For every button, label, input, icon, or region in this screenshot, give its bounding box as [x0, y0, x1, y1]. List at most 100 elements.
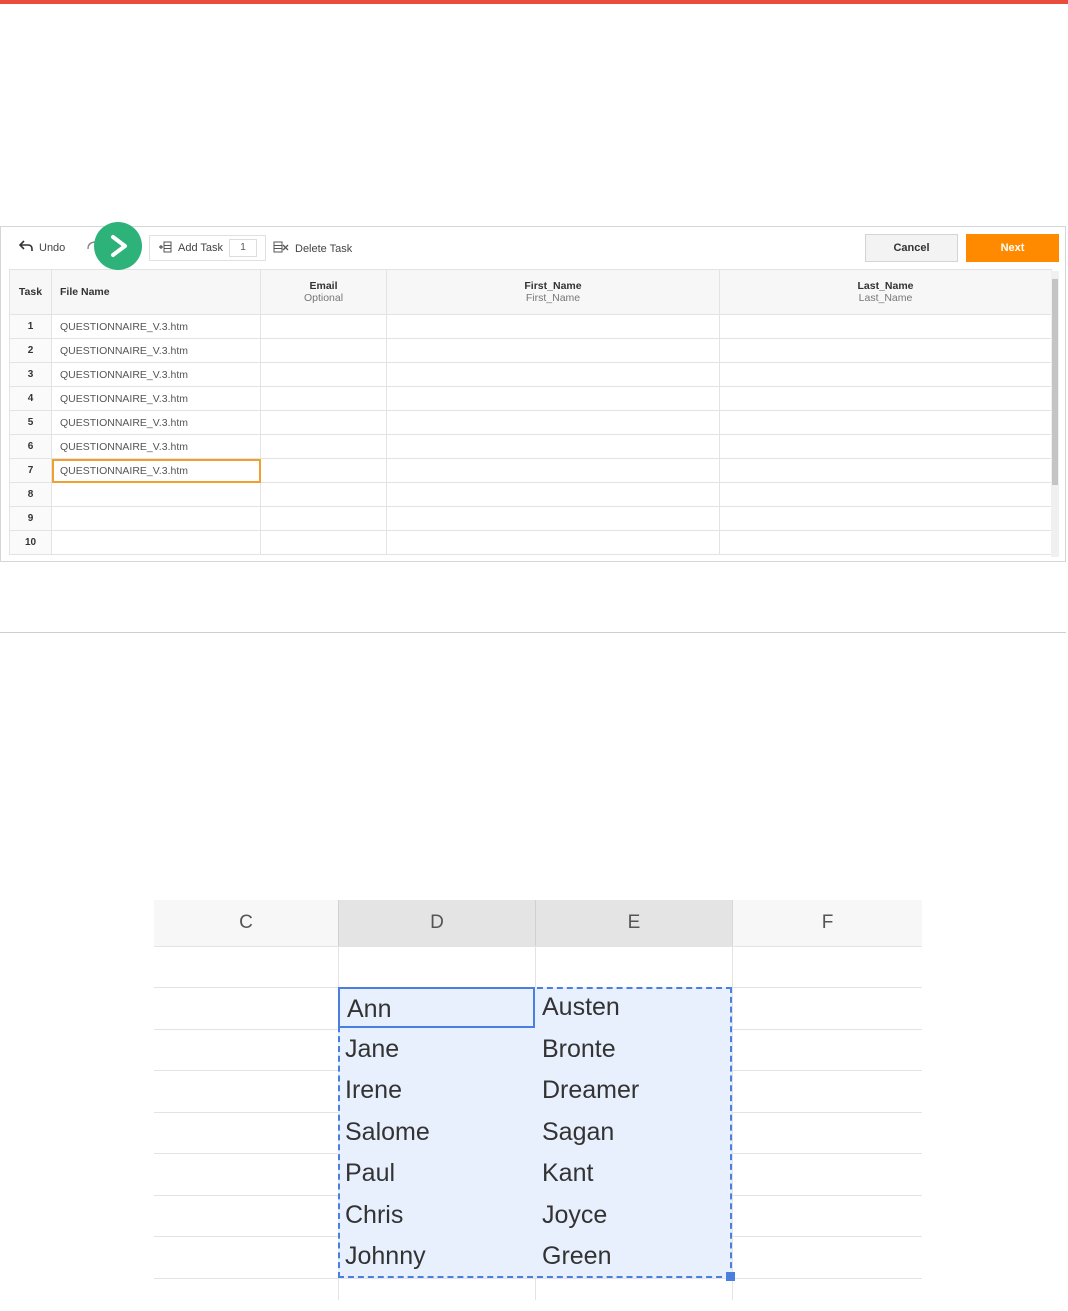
- last-name-cell[interactable]: [719, 434, 1052, 459]
- file-name-cell[interactable]: QUESTIONNAIRE_V.3.htm: [51, 434, 261, 459]
- delete-task-icon: [273, 240, 289, 257]
- email-cell[interactable]: [260, 386, 387, 411]
- cell-first-name[interactable]: Paul: [338, 1153, 535, 1194]
- vertical-scrollbar[interactable]: [1051, 271, 1059, 557]
- file-name-cell[interactable]: QUESTIONNAIRE_V.3.htm: [51, 362, 261, 387]
- last-name-cell[interactable]: [719, 362, 1052, 387]
- add-task-count-input[interactable]: 1: [229, 239, 258, 257]
- row-number: 5: [9, 410, 52, 435]
- first-name-cell[interactable]: [386, 386, 720, 411]
- file-name-cell-active[interactable]: QUESTIONNAIRE_V.3.htm: [51, 458, 261, 483]
- row-number: 2: [9, 338, 52, 363]
- delete-task-label: Delete Task: [295, 242, 353, 255]
- cell-first-name[interactable]: Jane: [338, 1029, 535, 1070]
- column-header-email[interactable]: Email Optional: [260, 269, 387, 315]
- column-header-d[interactable]: D: [338, 900, 535, 946]
- last-name-cell[interactable]: [719, 506, 1052, 531]
- last-name-cell[interactable]: [719, 458, 1052, 483]
- cell-last-name[interactable]: Dreamer: [535, 1070, 732, 1111]
- cell-last-name[interactable]: Sagan: [535, 1112, 732, 1153]
- top-accent-bar: [0, 0, 1068, 4]
- first-name-cell[interactable]: [386, 410, 720, 435]
- first-name-cell[interactable]: [386, 314, 720, 339]
- file-name-cell[interactable]: QUESTIONNAIRE_V.3.htm: [51, 338, 261, 363]
- undo-button[interactable]: Undo: [18, 240, 66, 255]
- last-name-header-label: Last_Name: [857, 280, 914, 292]
- task-grid: Task File Name Email Optional First_Name…: [9, 269, 1052, 555]
- first-name-cell[interactable]: [386, 506, 720, 531]
- file-name-cell[interactable]: [51, 530, 261, 555]
- email-cell[interactable]: [260, 362, 387, 387]
- file-name-cell[interactable]: [51, 506, 261, 531]
- cell-first-name[interactable]: Johnny: [338, 1236, 535, 1277]
- table-row: 3 QUESTIONNAIRE_V.3.htm: [9, 362, 1052, 387]
- file-name-cell[interactable]: QUESTIONNAIRE_V.3.htm: [51, 410, 261, 435]
- cell-last-name[interactable]: Austen: [535, 987, 732, 1028]
- last-name-cell[interactable]: [719, 314, 1052, 339]
- email-cell[interactable]: [260, 482, 387, 507]
- first-name-cell[interactable]: [386, 530, 720, 555]
- cell-first-name[interactable]: Ann: [338, 987, 535, 1028]
- email-cell[interactable]: [260, 530, 387, 555]
- row-number: 1: [9, 314, 52, 339]
- table-row: 2 QUESTIONNAIRE_V.3.htm: [9, 338, 1052, 363]
- table-row: 7 QUESTIONNAIRE_V.3.htm: [9, 458, 1052, 483]
- column-header-e[interactable]: E: [535, 900, 732, 946]
- scrollbar-thumb[interactable]: [1052, 279, 1058, 485]
- cancel-button[interactable]: Cancel: [865, 234, 958, 262]
- column-header-last-name[interactable]: Last_Name Last_Name: [719, 269, 1052, 315]
- cell-last-name[interactable]: Kant: [535, 1153, 732, 1194]
- table-row: 9: [9, 506, 1052, 531]
- cell-last-name[interactable]: Bronte: [535, 1029, 732, 1070]
- first-name-cell[interactable]: [386, 482, 720, 507]
- last-name-cell[interactable]: [719, 410, 1052, 435]
- grid-line: [154, 946, 922, 947]
- delete-task-button[interactable]: Delete Task: [273, 240, 352, 257]
- add-task-button[interactable]: Add Task 1: [149, 235, 267, 261]
- row-number: 7: [9, 458, 52, 483]
- first-name-cell[interactable]: [386, 458, 720, 483]
- next-button[interactable]: Next: [966, 234, 1059, 262]
- add-task-label: Add Task: [178, 242, 224, 254]
- cell-last-name[interactable]: Green: [535, 1236, 732, 1277]
- column-header-task: Task: [9, 269, 52, 315]
- email-cell[interactable]: [260, 434, 387, 459]
- first-name-cell[interactable]: [386, 338, 720, 363]
- cell-first-name[interactable]: Irene: [338, 1070, 535, 1111]
- first-name-header-label: First_Name: [524, 280, 582, 292]
- add-task-icon: [158, 240, 172, 257]
- row-number: 8: [9, 482, 52, 507]
- grid-line: [732, 946, 733, 1300]
- last-name-cell[interactable]: [719, 482, 1052, 507]
- row-number: 4: [9, 386, 52, 411]
- play-arrow-icon: [94, 222, 142, 270]
- email-cell[interactable]: [260, 410, 387, 435]
- last-name-cell[interactable]: [719, 338, 1052, 363]
- file-name-cell[interactable]: QUESTIONNAIRE_V.3.htm: [51, 386, 261, 411]
- first-name-cell[interactable]: [386, 362, 720, 387]
- first-name-cell[interactable]: [386, 434, 720, 459]
- last-name-cell[interactable]: [719, 386, 1052, 411]
- email-cell[interactable]: [260, 458, 387, 483]
- cell-first-name[interactable]: Salome: [338, 1112, 535, 1153]
- fill-handle[interactable]: [726, 1272, 735, 1281]
- email-header-label: Email: [309, 280, 338, 292]
- email-cell[interactable]: [260, 338, 387, 363]
- table-row: 4 QUESTIONNAIRE_V.3.htm: [9, 386, 1052, 411]
- file-name-cell[interactable]: [51, 482, 261, 507]
- table-row: 1 QUESTIONNAIRE_V.3.htm: [9, 314, 1052, 339]
- email-cell[interactable]: [260, 506, 387, 531]
- cell-first-name[interactable]: Chris: [338, 1195, 535, 1236]
- column-header-file-name: File Name: [51, 269, 261, 315]
- row-number: 9: [9, 506, 52, 531]
- email-cell[interactable]: [260, 314, 387, 339]
- file-name-cell[interactable]: QUESTIONNAIRE_V.3.htm: [51, 314, 261, 339]
- undo-label: Undo: [39, 241, 66, 254]
- toolbar: Undo Add Task 1 Delete Task Cancel Next: [1, 227, 1065, 269]
- column-header-f[interactable]: F: [732, 900, 922, 946]
- last-name-cell[interactable]: [719, 530, 1052, 555]
- column-header-first-name[interactable]: First_Name First_Name: [386, 269, 720, 315]
- task-editor-panel: Undo Add Task 1 Delete Task Cancel Next: [0, 226, 1066, 562]
- cell-last-name[interactable]: Joyce: [535, 1195, 732, 1236]
- column-header-c[interactable]: C: [154, 900, 338, 946]
